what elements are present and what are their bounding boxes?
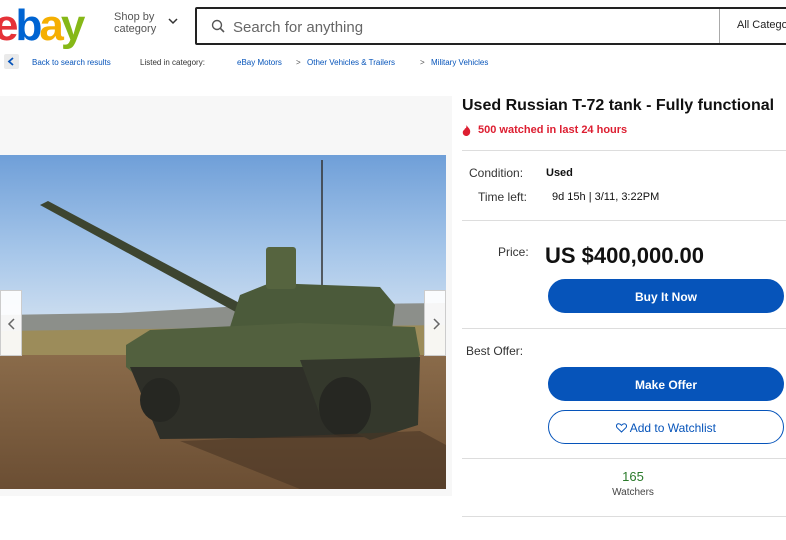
breadcrumb-item-military-vehicles[interactable]: Military Vehicles (431, 58, 488, 67)
breadcrumb-item-other-vehicles[interactable]: Other Vehicles & Trailers (307, 58, 395, 67)
logo-letter-y: y (60, 1, 86, 50)
ebay-logo[interactable]: ebay (0, 1, 86, 50)
best-offer-label: Best Offer: (466, 344, 524, 358)
add-to-watchlist-label: Add to Watchlist (629, 421, 716, 435)
search-divider (719, 9, 720, 43)
heart-icon (616, 423, 628, 433)
listed-in-label: Listed in category: (140, 58, 205, 67)
flame-icon (462, 125, 471, 136)
chevron-left-icon (7, 318, 15, 330)
category-label: category (114, 23, 157, 35)
watchers-count: 165 (622, 469, 644, 484)
make-offer-button[interactable]: Make Offer (548, 367, 784, 401)
chevron-down-icon[interactable] (168, 16, 178, 26)
header: ebay Shop by category All Categories (0, 0, 786, 52)
logo-letter-a: a (39, 1, 64, 50)
watchers-label: Watchers (612, 487, 654, 498)
watched-count-text: 500 watched in last 24 hours (478, 124, 628, 136)
gallery-next-button[interactable] (424, 290, 446, 356)
gallery-prev-button[interactable] (0, 290, 22, 356)
search-input[interactable] (233, 15, 703, 39)
divider (462, 516, 786, 517)
search-icon (211, 19, 225, 33)
listing-photo[interactable] (0, 155, 446, 489)
breadcrumb-separator: > (296, 58, 301, 67)
chevron-left-icon (7, 57, 14, 66)
divider (462, 328, 786, 329)
category-select[interactable]: All Categories (737, 19, 786, 31)
divider (462, 458, 786, 459)
condition-label: Condition: (469, 166, 524, 180)
back-button[interactable] (4, 54, 19, 69)
price-label: Price: (498, 245, 529, 259)
buy-it-now-button[interactable]: Buy It Now (548, 279, 784, 313)
search-bar: All Categories (195, 7, 786, 45)
price-value: US $400,000.00 (545, 243, 705, 268)
breadcrumb: Back to search results Listed in categor… (0, 52, 786, 74)
time-left-value: 9d 15h | 3/11, 3:22PM (552, 191, 660, 203)
shop-by-category-button[interactable]: Shop by category (114, 11, 156, 35)
logo-letter-b: b (15, 1, 42, 50)
divider (462, 220, 786, 221)
logo-letter-e: e (0, 1, 19, 50)
add-to-watchlist-button[interactable]: Add to Watchlist (548, 410, 784, 444)
tank-photo-image (0, 155, 446, 489)
listing-title: Used Russian T-72 tank - Fully functiona… (462, 97, 775, 114)
chevron-right-icon (433, 318, 441, 330)
divider (462, 150, 786, 151)
back-to-results-link[interactable]: Back to search results (32, 58, 111, 67)
breadcrumb-item-ebay-motors[interactable]: eBay Motors (237, 58, 282, 67)
condition-value: Used (546, 167, 573, 179)
breadcrumb-separator: > (420, 58, 425, 67)
shop-by-label: Shop by (114, 11, 155, 23)
time-left-label: Time left: (478, 190, 527, 204)
